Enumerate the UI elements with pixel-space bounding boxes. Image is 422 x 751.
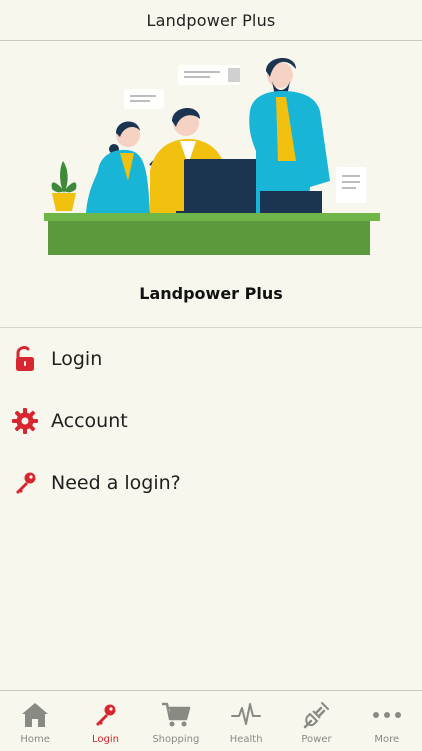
home-icon	[20, 701, 50, 729]
tab-label: More	[374, 734, 400, 745]
menu-item-label: Account	[51, 410, 128, 432]
tab-more[interactable]: More	[352, 691, 422, 751]
menu-item-label: Login	[51, 348, 103, 370]
tab-label: Health	[229, 734, 263, 745]
more-icon	[372, 701, 402, 729]
menu-item-account[interactable]: Account	[0, 390, 422, 452]
speech-bubble-left	[124, 89, 164, 109]
pulse-icon	[231, 701, 262, 729]
key-icon	[90, 701, 120, 729]
person-man-standing	[249, 57, 330, 213]
app-name: Landpower Plus	[139, 284, 283, 303]
team-at-desk-illustration	[44, 57, 380, 255]
tab-shopping[interactable]: Shopping	[141, 691, 211, 751]
potted-plant	[51, 161, 77, 211]
tab-power[interactable]: Power	[281, 691, 351, 751]
menu-item-label: Need a login?	[51, 472, 181, 494]
cart-icon	[161, 701, 191, 729]
tab-home[interactable]: Home	[0, 691, 70, 751]
tab-login[interactable]: Login	[70, 691, 140, 751]
desk	[44, 213, 380, 255]
menu-item-login[interactable]: Login	[0, 328, 422, 390]
gear-icon	[12, 408, 38, 434]
tab-label: Shopping	[152, 734, 200, 745]
hero-illustration	[0, 41, 422, 271]
laptop	[176, 159, 270, 215]
menu-item-need-login[interactable]: Need a login?	[0, 452, 422, 514]
menu-list: Login Account Need a login?	[0, 328, 422, 514]
page-title: Landpower Plus	[146, 10, 276, 30]
document-icon	[336, 167, 366, 203]
tab-health[interactable]: Health	[211, 691, 281, 751]
navigation-bar: Landpower Plus	[0, 0, 422, 41]
key-icon	[12, 470, 38, 496]
tab-label: Login	[92, 734, 119, 745]
tab-bar: Home Login Shopping Health Power More	[0, 690, 422, 751]
tab-label: Home	[20, 734, 50, 745]
tab-label: Power	[301, 734, 332, 745]
speech-bubble-top	[178, 65, 240, 85]
plug-icon	[301, 701, 331, 729]
unlock-icon	[12, 346, 38, 372]
